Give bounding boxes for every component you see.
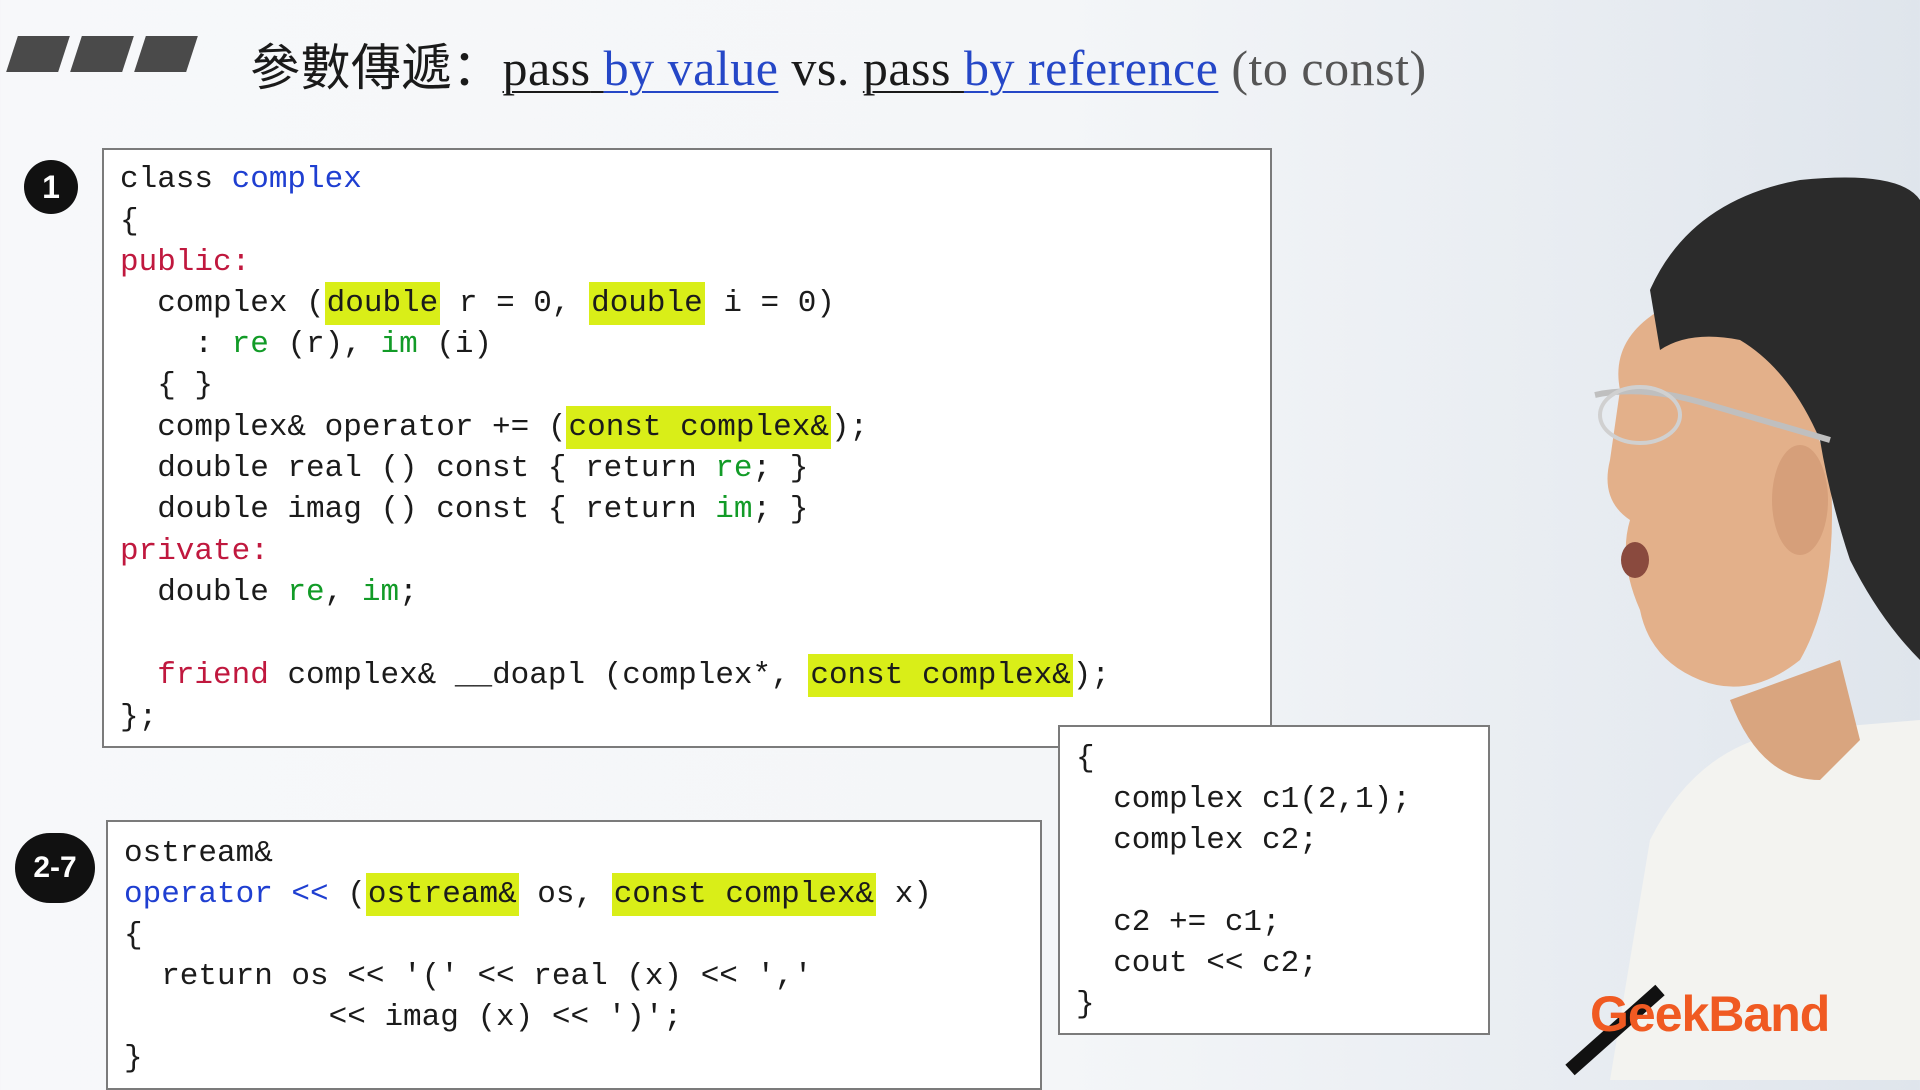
code-line: double re, im;	[120, 575, 418, 610]
title-to-const: (to const)	[1231, 40, 1427, 96]
title-vs: vs.	[791, 40, 850, 96]
title-pass: pass	[862, 40, 951, 96]
code-line: {	[124, 918, 143, 953]
code-line: ostream&	[124, 836, 273, 871]
code-line: private:	[120, 534, 269, 569]
decoration-block	[134, 36, 198, 72]
code-line: }	[1076, 987, 1095, 1022]
code-line: double real () const { return re; }	[120, 451, 809, 486]
code-line: { }	[120, 368, 214, 403]
code-line: operator << (ostream& os, const complex&…	[124, 873, 932, 916]
title-by-value: by value	[603, 40, 779, 96]
code-line: double imag () const { return im; }	[120, 492, 809, 527]
code-line: friend complex& __doapl (complex*, const…	[120, 654, 1110, 697]
code-line: : re (r), im (i)	[120, 327, 493, 362]
code-line: c2 += c1;	[1076, 905, 1281, 940]
title-pass: pass	[502, 40, 591, 96]
code-line: };	[120, 700, 158, 735]
code-line: {	[120, 204, 139, 239]
code-line: complex (double r = 0, double i = 0)	[120, 282, 835, 325]
title-by-reference: by reference	[963, 40, 1219, 96]
code-line: complex c1(2,1);	[1076, 782, 1411, 817]
code-panel-class: class complex { public: complex (double …	[102, 148, 1272, 748]
code-line: complex& operator += (const complex&);	[120, 406, 868, 449]
code-line: {	[1076, 741, 1095, 776]
code-panel-operator: ostream& operator << (ostream& os, const…	[106, 820, 1042, 1090]
code-line: class complex	[120, 162, 362, 197]
decoration-block	[70, 36, 134, 72]
title-prefix: 參數傳遞：	[250, 40, 503, 96]
slide-title: 參數傳遞：pass by value vs. pass by reference…	[250, 28, 1427, 100]
decoration-block	[6, 36, 70, 72]
presenter-image	[1565, 177, 1920, 1080]
section-badge: 2-7	[15, 833, 95, 903]
geekband-logo: GeekBand	[1590, 986, 1830, 1042]
code-line: << imag (x) << ')';	[124, 1000, 683, 1035]
code-line: return os << '(' << real (x) << ','	[124, 959, 813, 994]
code-panel-usage: { complex c1(2,1); complex c2; c2 += c1;…	[1058, 725, 1490, 1035]
code-line: public:	[120, 245, 251, 280]
section-badge: 1	[24, 160, 78, 214]
code-line: }	[124, 1041, 143, 1076]
code-line: complex c2;	[1076, 823, 1318, 858]
code-line: cout << c2;	[1076, 946, 1318, 981]
